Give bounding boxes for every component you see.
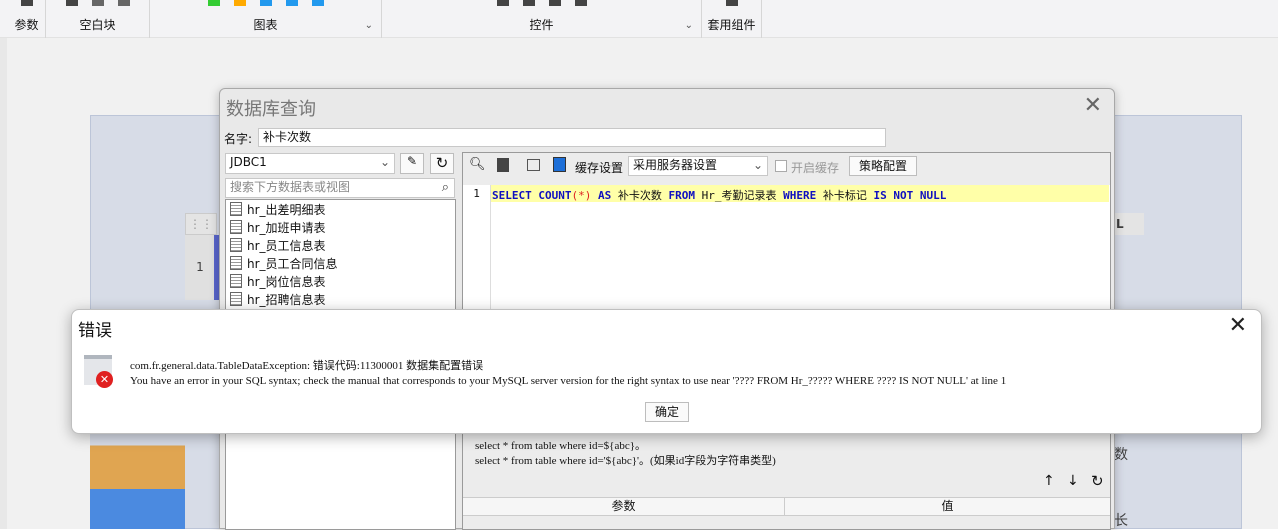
- close-icon[interactable]: ✕: [1084, 93, 1102, 118]
- toolbar-group-widgets[interactable]: 控件 ⌄: [382, 0, 702, 38]
- table-name: hr_加班申请表: [247, 220, 326, 235]
- sql-format-icon[interactable]: [527, 159, 540, 171]
- table-name: hr_岗位信息表: [247, 274, 326, 289]
- sql-token: FROM: [668, 189, 696, 202]
- close-icon[interactable]: ✕: [1229, 313, 1247, 338]
- dialog-title: 数据库查询: [226, 99, 316, 120]
- toolbar-group-chart[interactable]: 图表 ⌄: [150, 0, 382, 38]
- toolbar-group-blank[interactable]: 空白块: [46, 0, 150, 38]
- sql-token: WHERE: [783, 189, 817, 202]
- sql-token: SELECT: [492, 189, 532, 202]
- cache-label: 缓存设置: [575, 161, 624, 175]
- toolbar-label: 空白块: [79, 18, 116, 32]
- refresh-icon[interactable]: ↻: [430, 153, 454, 174]
- chevron-down-icon: ⌄: [752, 158, 763, 172]
- error-dialog: 错误 ✕ ✕ com.fr.general.data.TableDataExce…: [71, 309, 1262, 434]
- table-icon: [230, 202, 242, 216]
- move-up-icon[interactable]: ↑: [1043, 473, 1055, 489]
- table-name: hr_员工合同信息: [247, 256, 338, 271]
- error-title: 错误: [78, 321, 112, 341]
- value-column-header: 值: [941, 499, 954, 513]
- table-icon: [230, 238, 242, 252]
- left-strip: [0, 38, 7, 529]
- sql-token: (*): [571, 189, 592, 202]
- list-item[interactable]: hr_员工信息表: [226, 236, 455, 254]
- toolbar-label: 参数: [14, 18, 39, 32]
- table-icon: [230, 220, 242, 234]
- sql-token: 补卡次数: [617, 189, 662, 202]
- sql-token: COUNT: [538, 189, 572, 202]
- edit-datasource-icon[interactable]: ✎: [400, 153, 424, 174]
- list-item[interactable]: hr_加班申请表: [226, 218, 455, 236]
- list-item[interactable]: hr_招聘信息表: [226, 290, 455, 308]
- datasource-value: JDBC1: [230, 155, 267, 169]
- param-column-header: 参数: [463, 498, 785, 515]
- ok-button[interactable]: 确定: [645, 402, 689, 422]
- table-name: hr_员工信息表: [247, 238, 326, 253]
- list-item[interactable]: hr_岗位信息表: [226, 272, 455, 290]
- strategy-config-button[interactable]: 策略配置: [849, 156, 917, 176]
- enable-cache-checkbox[interactable]: [775, 160, 787, 172]
- name-label: 名字:: [224, 132, 253, 146]
- error-icon: ✕: [84, 355, 113, 388]
- sql-token: AS: [598, 189, 612, 202]
- cache-icon[interactable]: [553, 157, 566, 172]
- error-message-line2: You have an error in your SQL syntax; ch…: [130, 375, 1007, 387]
- error-message-line1: com.fr.general.data.TableDataException: …: [130, 360, 484, 372]
- cache-select[interactable]: 采用服务器设置 ⌄: [628, 156, 768, 176]
- toolbar-group-components[interactable]: 套用组件: [702, 0, 762, 38]
- refresh-params-icon[interactable]: ↻: [1091, 472, 1104, 490]
- preview-icon[interactable]: 🔍︎: [469, 157, 486, 172]
- chevron-down-icon[interactable]: ⌄: [365, 20, 373, 31]
- toolbar-label: 图表: [253, 18, 278, 32]
- table-search-input[interactable]: 搜索下方数据表或视图 ⌕: [225, 178, 455, 198]
- table-icon: [230, 274, 242, 288]
- toolbar-group-params[interactable]: 参数: [8, 0, 46, 38]
- move-down-icon[interactable]: ↓: [1067, 473, 1079, 489]
- list-item[interactable]: hr_出差明细表: [226, 200, 455, 218]
- hint-line: select * from table where id='${abc}'。(如…: [475, 455, 776, 467]
- sql-line: SELECT COUNT(*) AS 补卡次数 FROM Hr_考勤记录表 WH…: [491, 185, 1109, 202]
- table-icon: [230, 256, 242, 270]
- table-name: hr_出差明细表: [247, 202, 326, 217]
- sql-token: 补卡标记: [822, 189, 867, 202]
- enable-cache-label: 开启缓存: [791, 161, 840, 175]
- name-input[interactable]: 补卡次数: [258, 128, 886, 147]
- datasource-select[interactable]: JDBC1 ⌄: [225, 153, 395, 174]
- sql-token: IS NOT NULL: [873, 189, 947, 202]
- hint-line: select * from table where id=${abc}。: [475, 440, 647, 452]
- toolbar: 参数 空白块 图表 ⌄ 控件 ⌄ 套用组件: [0, 0, 1278, 38]
- search-placeholder: 搜索下方数据表或视图: [230, 180, 351, 194]
- sql-icon[interactable]: [497, 158, 509, 172]
- toolbar-label: 套用组件: [707, 18, 756, 32]
- param-table-header: 参数 值: [463, 497, 1110, 516]
- toolbar-label: 控件: [529, 18, 554, 32]
- table-icon: [230, 292, 242, 306]
- cache-option: 采用服务器设置: [633, 158, 718, 172]
- sql-token: Hr_考勤记录表: [701, 189, 777, 202]
- table-name: hr_招聘信息表: [247, 292, 326, 307]
- search-icon[interactable]: ⌕: [442, 179, 449, 196]
- chevron-down-icon: ⌄: [379, 155, 390, 169]
- chevron-down-icon[interactable]: ⌄: [685, 20, 693, 31]
- list-item[interactable]: hr_员工合同信息: [226, 254, 455, 272]
